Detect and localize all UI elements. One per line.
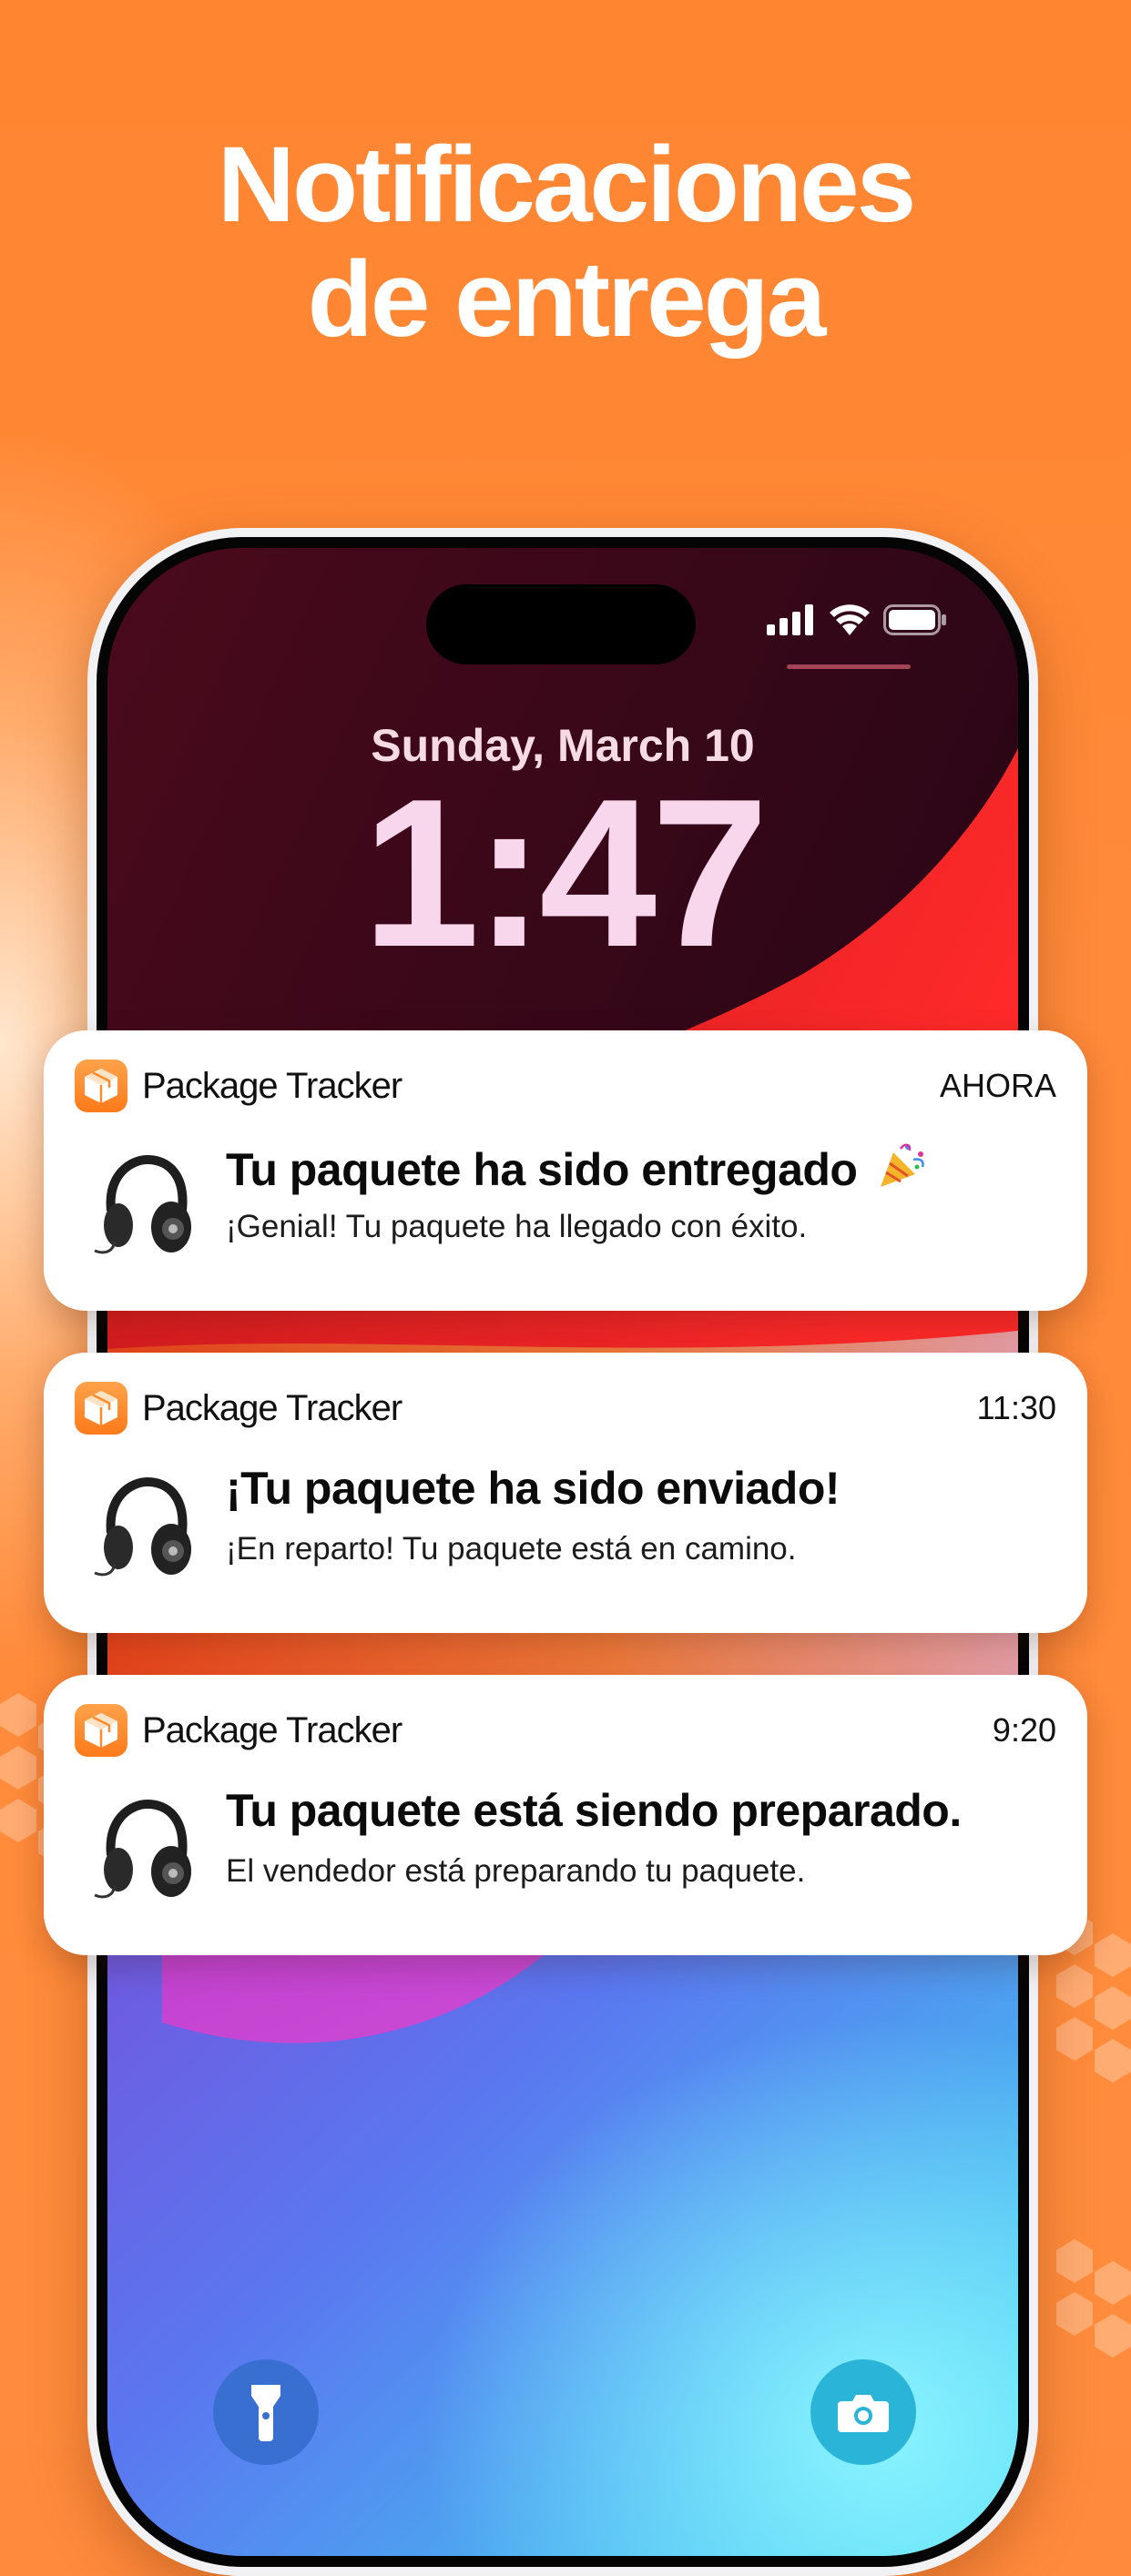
dynamic-island	[426, 584, 696, 664]
headline: Notificaciones de entrega	[0, 127, 1131, 357]
package-box-icon	[75, 1060, 127, 1112]
notification-body: El vendedor está preparando tu paquete.	[226, 1853, 806, 1889]
headphones-image	[94, 1476, 191, 1577]
headline-line-2: de entrega	[307, 239, 827, 360]
notification-header: Package Tracker 11:30	[75, 1380, 1056, 1436]
notification-time: 9:20	[992, 1711, 1056, 1749]
flashlight-button[interactable]	[213, 2359, 319, 2465]
flashlight-icon	[251, 2385, 280, 2441]
status-indicator-line	[787, 664, 911, 669]
notification-app-name: Package Tracker	[142, 1065, 402, 1106]
notification-time: 11:30	[976, 1389, 1056, 1426]
notification-title: Tu paquete ha sido entregado	[226, 1140, 1060, 1196]
notification-title: ¡Tu paquete ha sido enviado!	[226, 1463, 841, 1514]
notification-card[interactable]: Package Tracker AHORA Tu paquete ha sido…	[44, 1030, 1087, 1311]
lock-screen-clock: 1:47	[362, 756, 769, 991]
party-popper-icon	[880, 1143, 924, 1187]
wifi-icon	[830, 604, 870, 635]
package-box-icon	[75, 1382, 127, 1435]
battery-icon	[883, 604, 946, 635]
camera-button[interactable]	[810, 2359, 916, 2465]
headphones-image	[94, 1154, 191, 1254]
notification-time: AHORA	[939, 1067, 1056, 1104]
notification-title-text: Tu paquete ha sido entregado	[226, 1144, 858, 1195]
notification-header: Package Tracker AHORA	[75, 1058, 1056, 1114]
headline-line-1: Notificaciones	[217, 125, 917, 245]
notification-card[interactable]: Package Tracker 11:30 ¡Tu paquete ha sid…	[44, 1353, 1087, 1633]
headphones-image	[94, 1799, 191, 1899]
notification-header: Package Tracker 9:20	[75, 1702, 1056, 1759]
notification-body: ¡Genial! Tu paquete ha llegado con éxito…	[226, 1209, 808, 1244]
notification-app-name: Package Tracker	[142, 1709, 402, 1750]
camera-icon	[838, 2395, 889, 2432]
cellular-signal-icon	[767, 604, 813, 635]
package-box-icon	[75, 1704, 127, 1757]
notification-card[interactable]: Package Tracker 9:20 Tu paquete está sie…	[44, 1675, 1087, 1955]
notification-body: ¡En reparto! Tu paquete está en camino.	[226, 1531, 797, 1567]
notification-title: Tu paquete está siendo preparado.	[226, 1785, 962, 1836]
status-bar	[767, 604, 947, 635]
notification-app-name: Package Tracker	[142, 1387, 402, 1428]
